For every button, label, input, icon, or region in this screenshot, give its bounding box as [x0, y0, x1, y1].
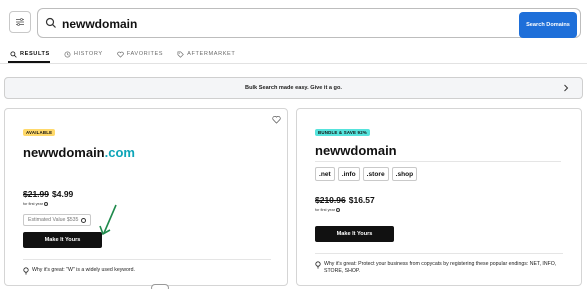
first-year-note: for first year [315, 208, 341, 212]
why-its-great: Why it's great: "W" is a widely used key… [23, 267, 273, 275]
tag-icon [177, 51, 184, 58]
info-icon[interactable] [81, 217, 87, 223]
current-price: $16.57 [348, 195, 375, 205]
divider [315, 253, 563, 254]
history-icon [64, 51, 71, 57]
tld-chip: .shop [391, 167, 418, 181]
estimated-value: Estimated Value $535 [23, 214, 92, 226]
info-icon[interactable] [44, 202, 49, 206]
bundle-badge: BUNDLE & SAVE 92% [315, 129, 370, 136]
tld-chip: .net [315, 167, 335, 181]
make-it-yours-button[interactable]: Make It Yours [315, 226, 394, 242]
tld-chip: .store [362, 167, 389, 181]
domain-search-page: Search Domains RESULTS HISTORY FAVORITES… [0, 0, 587, 289]
toggle-pill[interactable] [151, 284, 169, 289]
bulk-search-banner[interactable]: Bulk Search made easy. Give it a go. [4, 77, 583, 99]
domain-name: newwdomain [315, 143, 397, 158]
info-icon[interactable] [336, 208, 341, 212]
tab-history[interactable]: HISTORY [64, 47, 103, 61]
heart-icon [117, 51, 124, 58]
search-box: Search Domains [37, 8, 581, 38]
tld-list: .net .info .store .shop [315, 167, 418, 181]
results-tabs: RESULTS HISTORY FAVORITES AFTERMARKET [10, 47, 235, 61]
search-input[interactable] [62, 14, 462, 34]
current-price: $4.99 [52, 189, 74, 199]
arrow-annotation-icon [99, 204, 117, 236]
domain-tld: .com [104, 145, 135, 160]
why-its-great: Why it's great: Protect your business fr… [315, 261, 565, 275]
tab-favorites[interactable]: FAVORITES [117, 47, 163, 61]
available-badge: AVAILABLE [23, 129, 56, 136]
favorite-heart-icon[interactable] [272, 115, 281, 124]
banner-text: Bulk Search made easy. Give it a go. [245, 85, 342, 91]
lightbulb-icon [23, 267, 29, 275]
tab-label: FAVORITES [126, 51, 164, 57]
make-it-yours-button[interactable]: Make It Yours [23, 232, 102, 248]
tab-divider [0, 63, 587, 64]
price: $21.99 $4.99 [23, 189, 73, 199]
divider [23, 259, 271, 260]
domain-result-card: AVAILABLE newwdomain.com $21.99 $4.99 for… [4, 108, 288, 286]
tld-chip: .info [337, 167, 360, 181]
bundle-result-card: BUNDLE & SAVE 92% newwdomain .net .info … [296, 108, 582, 286]
search-icon [45, 17, 56, 28]
filter-icon [16, 18, 24, 26]
tab-results[interactable]: RESULTS [10, 47, 50, 61]
lightbulb-icon [315, 261, 321, 269]
price: $210.96 $16.57 [315, 195, 375, 205]
search-icon [10, 50, 17, 58]
divider [315, 161, 561, 162]
domain-name: newwdomain.com [23, 145, 135, 160]
search-domains-button[interactable]: Search Domains [519, 12, 577, 38]
filter-button[interactable] [9, 11, 31, 33]
old-price: $210.96 [315, 195, 346, 205]
first-year-note: for first year [23, 202, 49, 206]
old-price: $21.99 [23, 189, 49, 199]
chevron-right-icon [564, 84, 569, 92]
tab-label: RESULTS [20, 51, 50, 57]
tab-label: HISTORY [73, 51, 103, 57]
tab-label: AFTERMARKET [187, 51, 236, 57]
tab-aftermarket[interactable]: AFTERMARKET [177, 47, 235, 61]
